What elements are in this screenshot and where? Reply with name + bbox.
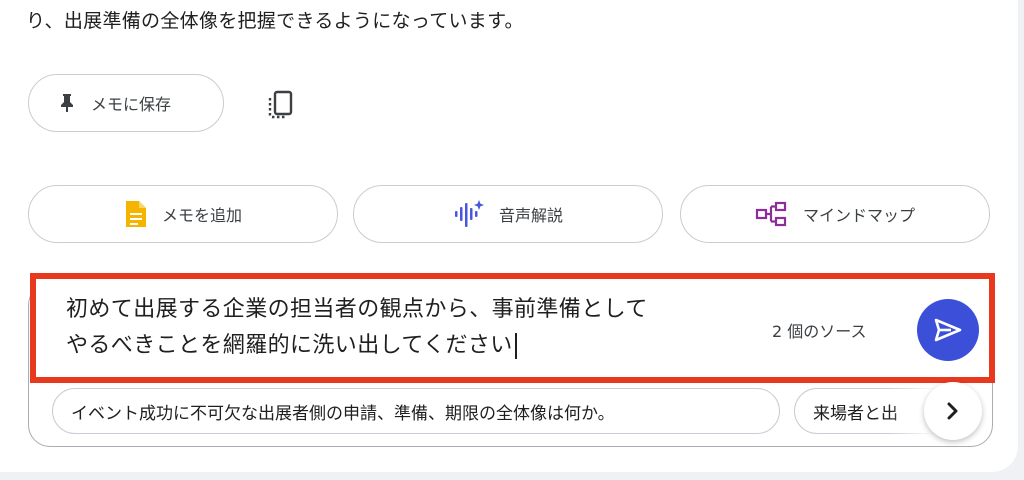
suggestion-chip[interactable]: イベント成功に不可欠な出展者側の申請、準備、期限の全体像は何か。 bbox=[52, 388, 780, 434]
send-button[interactable] bbox=[917, 299, 979, 361]
copy-button[interactable] bbox=[264, 88, 298, 122]
send-icon bbox=[934, 318, 962, 342]
chat-input[interactable]: 初めて出展する企業の担当者の観点から、事前準備として やるべきことを網羅的に洗い… bbox=[66, 292, 726, 364]
mind-map-label: マインドマップ bbox=[802, 206, 915, 225]
mind-map-icon bbox=[755, 201, 789, 227]
answer-text: り、出展準備の全体像を把握できるようになっています。 bbox=[26, 10, 524, 32]
query-line-2: やるべきことを網羅的に洗い出してください bbox=[66, 333, 513, 358]
save-to-note-label: メモに保存 bbox=[91, 95, 172, 114]
mind-map-button[interactable]: マインドマップ bbox=[680, 185, 990, 243]
audio-overview-label: 音声解説 bbox=[498, 206, 563, 225]
audio-waveform-icon bbox=[453, 199, 485, 229]
add-note-label: メモを追加 bbox=[161, 206, 242, 225]
pin-icon bbox=[59, 93, 75, 113]
audio-overview-button[interactable]: 音声解説 bbox=[353, 185, 663, 243]
save-to-note-button[interactable]: メモに保存 bbox=[28, 74, 224, 132]
add-note-button[interactable]: メモを追加 bbox=[28, 185, 338, 243]
chevron-right-icon bbox=[946, 401, 960, 421]
query-line-2-wrap: やるべきことを網羅的に洗い出してください bbox=[66, 328, 726, 364]
copy-icon bbox=[267, 90, 295, 120]
text-caret bbox=[514, 333, 517, 359]
note-icon bbox=[124, 199, 148, 229]
source-count: 2 個のソース bbox=[772, 322, 867, 341]
next-suggestions-button[interactable] bbox=[924, 382, 982, 440]
query-line-1: 初めて出展する企業の担当者の観点から、事前準備として bbox=[66, 297, 648, 322]
suggestion-row: イベント成功に不可欠な出展者側の申請、準備、期限の全体像は何か。 来場者と出 bbox=[28, 388, 993, 446]
